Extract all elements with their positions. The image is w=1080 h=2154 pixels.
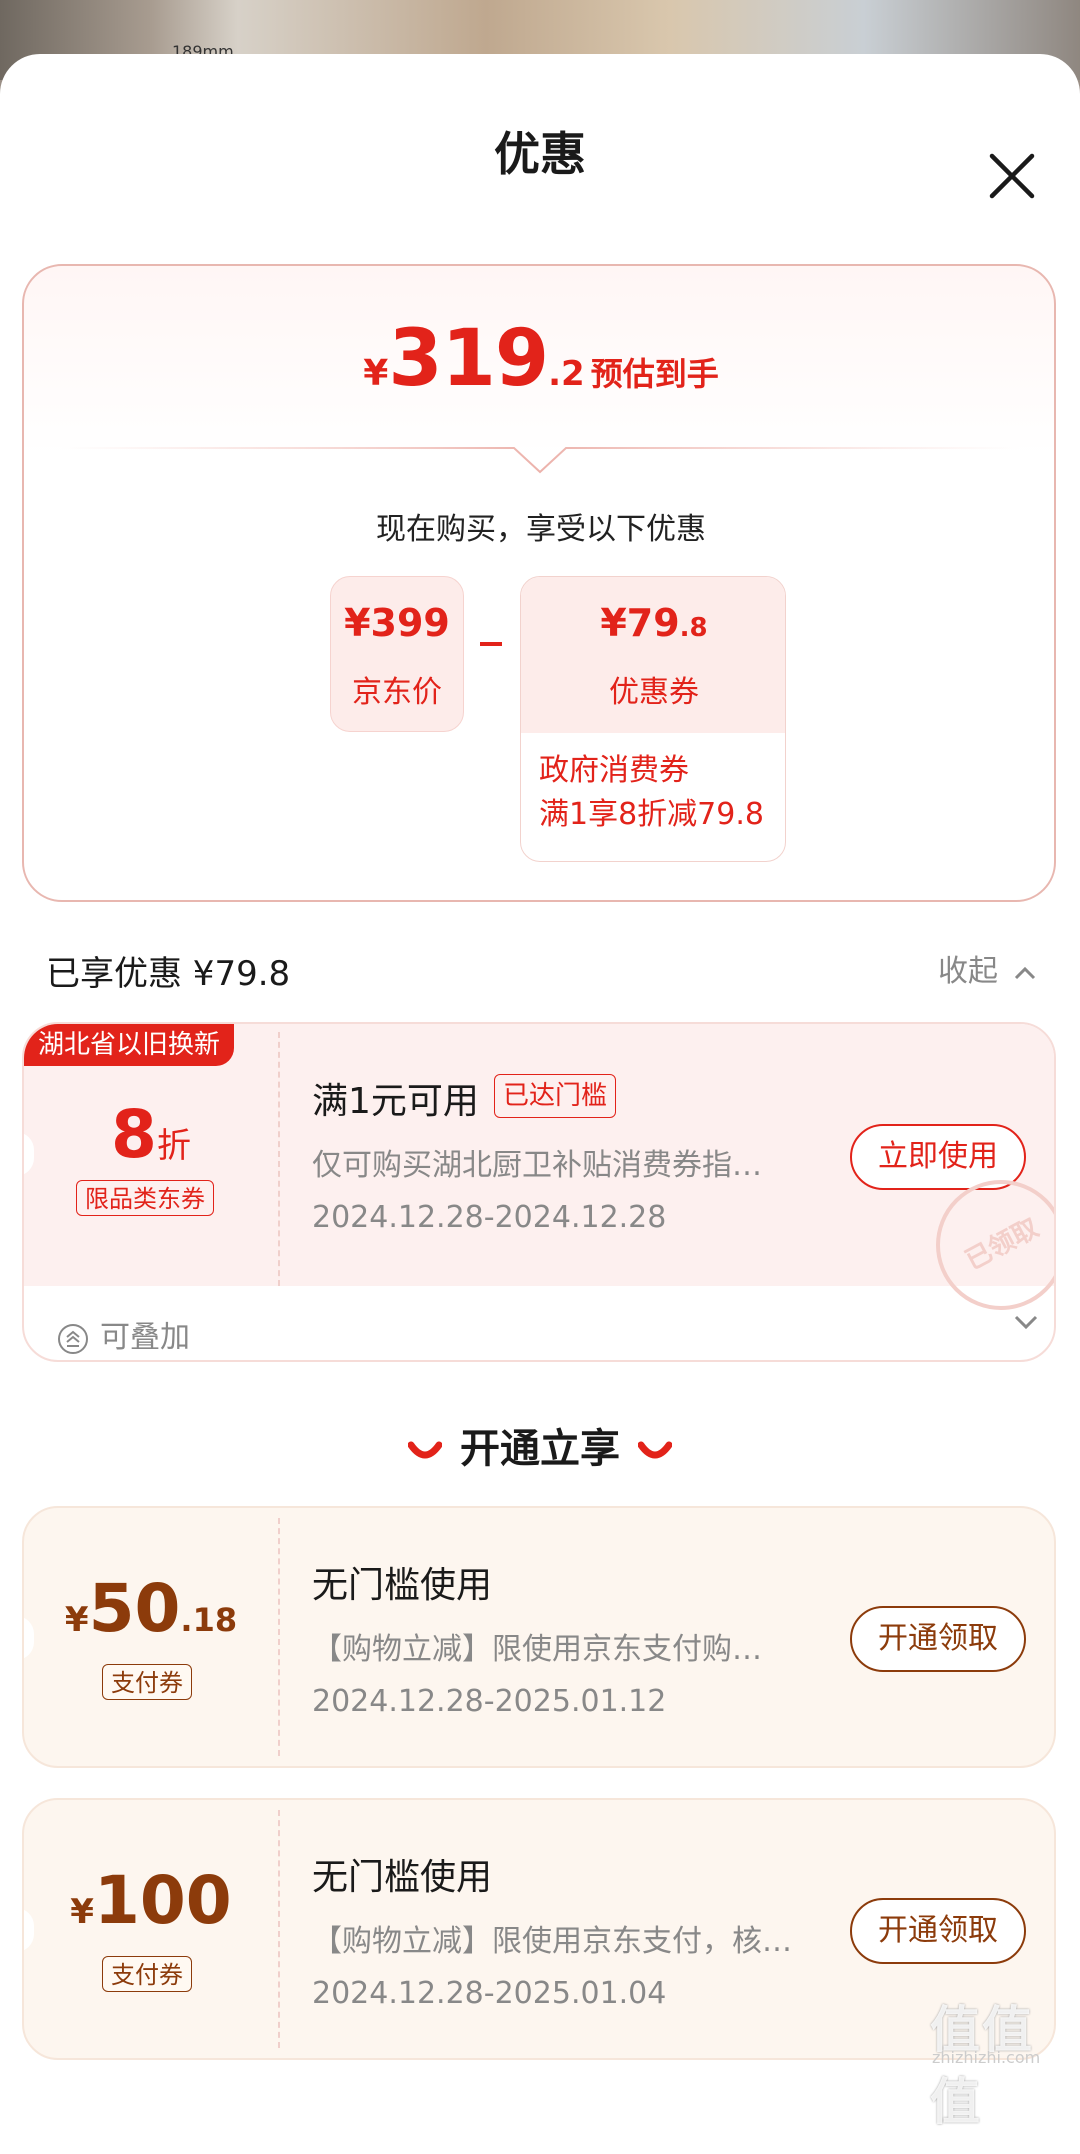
threshold-tag: 已达门槛: [494, 1074, 617, 1118]
estimated-price-decimal: .2: [548, 354, 585, 394]
estimated-price-integer: 319: [388, 314, 549, 404]
coupon-amount-value: 50: [88, 1570, 181, 1647]
coupon-panel: 湖北省以旧换新 8折 限品类东券 满1元可用 已达门槛 仅可购买湖北厨卫补贴消费…: [24, 1024, 1054, 1310]
watermark-url: zhizhizhi.com: [932, 2048, 1041, 2067]
chevron-down-icon[interactable]: [1014, 1314, 1038, 1330]
chevron-up-icon: [1014, 966, 1035, 979]
stackable-label: 可叠加: [100, 1320, 190, 1355]
coupon-currency: ¥: [70, 1892, 94, 1932]
collapse-button[interactable]: 收起: [938, 946, 1036, 990]
coupon-type-tag: 支付券: [102, 1956, 192, 1992]
section-title-text: 开通立享: [460, 1426, 620, 1472]
coupon-date: 2024.12.28-2025.01.12: [312, 1684, 667, 1719]
coupon-title: 无门槛使用: [312, 1565, 493, 1606]
coupon-card-pay-50: ¥50.18 支付券 无门槛使用 【购物立减】限使用京东支付购… 2024.12…: [22, 1506, 1056, 1768]
coupon-amount-decimal: .18: [180, 1601, 238, 1639]
coupon-discount-rate: 8折: [24, 1096, 278, 1173]
coupon-currency: ¥: [64, 1600, 89, 1640]
coupon-discount-main: ¥79: [600, 601, 680, 645]
close-icon[interactable]: [982, 146, 1042, 206]
claimed-stamp: 已领取: [936, 1180, 1054, 1310]
estimated-price-label: 预估到手: [590, 355, 719, 393]
currency-symbol: ¥: [363, 353, 389, 394]
buy-now-text: 现在购买，享受以下优惠: [376, 512, 706, 547]
activate-claim-button[interactable]: 开通领取: [850, 1898, 1026, 1964]
coupon-discount-value: ¥79.8: [521, 601, 785, 645]
stack-icon: [58, 1323, 88, 1354]
smile-icon: [637, 1441, 673, 1459]
coupon-separator: [278, 1518, 280, 1756]
coupon-discount-detail-line1: 政府消费券: [539, 753, 689, 788]
discount-sheet: 优惠 ¥319.2 预估到手 现在购买，享受以下优惠 ¥399 京东价 ¥79.…: [0, 54, 1080, 2154]
divider-arrow: [60, 447, 1020, 474]
collapse-label: 收起: [938, 954, 998, 989]
coupon-discount-decimal: .8: [679, 613, 708, 643]
coupon-discount-box: ¥79.8 优惠券 政府消费券 满1享8折减79.8: [520, 576, 786, 862]
coupon-card-govt: 湖北省以旧换新 8折 限品类东券 满1元可用 已达门槛 仅可购买湖北厨卫补贴消费…: [22, 1022, 1056, 1362]
region-badge: 湖北省以旧换新: [24, 1024, 235, 1066]
coupon-rate-unit: 折: [156, 1126, 191, 1166]
coupon-date: 2024.12.28-2024.12.28: [312, 1200, 667, 1235]
coupon-separator: [278, 1810, 280, 2048]
coupon-discount-top: ¥79.8 优惠券: [521, 577, 785, 733]
coupon-amount: ¥100: [24, 1862, 278, 1939]
activate-claim-button[interactable]: 开通领取: [850, 1606, 1026, 1672]
coupon-discount-label: 优惠券: [609, 675, 699, 710]
coupon-date: 2024.12.28-2025.01.04: [312, 1976, 667, 2011]
smile-icon: [407, 1441, 443, 1459]
stackable-row: 可叠加: [56, 1312, 190, 1356]
coupon-title: 满1元可用: [312, 1081, 479, 1122]
coupon-card-pay-100: ¥100 支付券 无门槛使用 【购物立减】限使用京东支付，核… 2024.12.…: [22, 1798, 1056, 2060]
coupon-discount-detail-line2: 满1享8折减79.8: [539, 797, 764, 832]
claimed-stamp-text: 已领取: [960, 1213, 1044, 1277]
coupon-category-tag: 限品类东券: [76, 1180, 214, 1216]
coupon-amount-value: 100: [93, 1862, 232, 1939]
coupon-description: 仅可购买湖北厨卫补贴消费券指…: [312, 1148, 762, 1183]
jd-price-value: ¥399: [344, 601, 450, 645]
price-summary-card: ¥319.2 预估到手 现在购买，享受以下优惠 ¥399 京东价 ¥79.8 优…: [22, 264, 1056, 902]
minus-sign: [480, 642, 502, 646]
coupon-separator: [278, 1032, 280, 1286]
coupon-discount-detail: 政府消费券 满1享8折减79.8: [539, 749, 764, 837]
sheet-title: 优惠: [494, 127, 586, 181]
jd-price-label: 京东价: [352, 675, 442, 710]
coupon-rate-value: 8: [111, 1096, 157, 1173]
jd-price-box: ¥399 京东价: [330, 576, 464, 732]
enjoyed-discount-text: 已享优惠 ¥79.8: [46, 954, 291, 994]
section-title: 开通立享: [0, 1416, 1080, 1474]
coupon-type-tag: 支付券: [102, 1664, 192, 1700]
coupon-amount: ¥50.18: [24, 1570, 278, 1647]
coupon-description: 【购物立减】限使用京东支付购…: [312, 1632, 762, 1667]
coupon-title: 无门槛使用: [312, 1857, 493, 1898]
coupon-description: 【购物立减】限使用京东支付，核…: [312, 1924, 792, 1959]
estimated-price: ¥319.2 预估到手: [24, 314, 1058, 404]
